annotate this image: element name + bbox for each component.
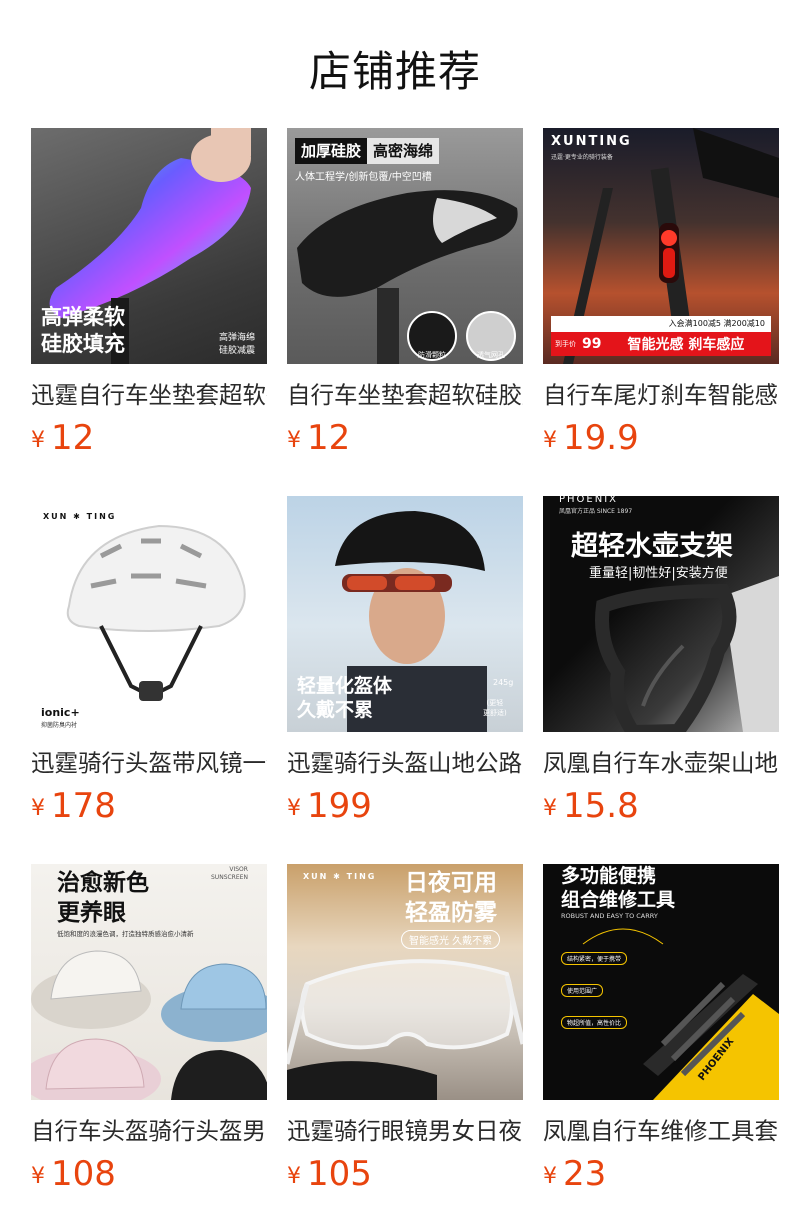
product-image[interactable]: 治愈新色 更养眼 VISOR SUNSCREEN 低饱和度的浪漫色调，打造独特质…	[31, 864, 267, 1100]
currency-symbol: ¥	[287, 796, 301, 821]
page-title: 店铺推荐	[308, 47, 481, 96]
price-value: 108	[51, 1154, 116, 1194]
price-value: 199	[307, 786, 372, 826]
product-price: ¥199	[287, 784, 372, 828]
price-value: 23	[563, 1154, 607, 1194]
price-value: 12	[51, 418, 95, 458]
product-name[interactable]: 自行车尾灯刹车智能感应	[543, 378, 779, 412]
bottle-cage-illustration	[595, 576, 779, 732]
product-image[interactable]: 轻量化盔体 久戴不累 245g (更轻 更舒适)	[287, 496, 523, 732]
product-name[interactable]: 自行车坐垫套超软硅胶加厚	[287, 378, 523, 412]
helmets-illustration	[31, 950, 267, 1100]
multitool-illustration	[582, 928, 779, 1100]
circle-label: 防滑颗粒	[418, 351, 446, 359]
product-price: ¥23	[543, 1152, 606, 1196]
product-price: ¥12	[287, 416, 350, 460]
image-note: (更轻	[486, 699, 504, 707]
price-value: 12	[307, 418, 351, 458]
image-headline: 硅胶填充	[41, 332, 125, 356]
currency-symbol: ¥	[31, 796, 45, 821]
product-card[interactable]: XUN ✱ TING ionic+ 抑菌防臭内衬 迅霆骑行头盔带风镜一体 ¥17…	[31, 496, 267, 836]
currency-symbol: ¥	[287, 1164, 301, 1189]
currency-symbol: ¥	[543, 1164, 557, 1189]
product-price: ¥108	[31, 1152, 116, 1196]
tech-caption: 抑菌防臭内衬	[41, 722, 78, 729]
image-headline: 高弹柔软	[41, 305, 125, 329]
image-caption: 硅胶减震	[219, 346, 256, 356]
product-image[interactable]: XUN ✱ TING ionic+ 抑菌防臭内衬	[31, 496, 267, 732]
circle-label: 透气网孔	[477, 351, 505, 359]
helmet-illustration	[66, 524, 246, 701]
product-card[interactable]: 加厚硅胶 高密海绵 人体工程学/创新包覆/中空凹槽 防滑颗粒 透气网孔 自行车坐…	[287, 128, 523, 468]
product-price: ¥178	[31, 784, 116, 828]
product-name[interactable]: 自行车头盔骑行头盔男女	[31, 1114, 267, 1148]
product-card[interactable]: XUN ✱ TING 日夜可用 轻盈防雾 智能感光 久戴不累 迅霆骑行眼镜男女日…	[287, 864, 523, 1204]
product-image[interactable]: XUNTING 迅霆·更专业的骑行装备 入会满100减5 满200减10 到手价…	[543, 128, 779, 364]
product-name[interactable]: 迅霆自行车坐垫套超软硅胶	[31, 378, 267, 412]
promo-strip: 入会满100减5 满200减10	[551, 316, 771, 332]
product-name[interactable]: 迅霆骑行头盔带风镜一体	[31, 746, 267, 780]
weight-label: 245g	[493, 678, 514, 687]
product-card[interactable]: 治愈新色 更养眼 VISOR SUNSCREEN 低饱和度的浪漫色调，打造独特质…	[31, 864, 267, 1204]
product-name[interactable]: 迅霆骑行头盔山地公路车	[287, 746, 523, 780]
tech-logo: ionic+	[41, 706, 80, 719]
currency-symbol: ¥	[287, 428, 301, 453]
product-price: ¥105	[287, 1152, 372, 1196]
seat-illustration	[297, 190, 518, 364]
product-card[interactable]: XUNTING 迅霆·更专业的骑行装备 入会满100减5 满200减10 到手价…	[543, 128, 779, 468]
currency-symbol: ¥	[543, 796, 557, 821]
image-note: 更舒适)	[483, 709, 507, 717]
product-card[interactable]: PHOENIX 凤凰官方正品 SINCE 1897 超轻水壶支架 重量轻|韧性好…	[543, 496, 779, 836]
badge-price: 99	[582, 336, 602, 352]
image-headline: 轻量化盔体	[297, 675, 393, 697]
product-image[interactable]: PHOENIX 凤凰官方正品 SINCE 1897 超轻水壶支架 重量轻|韧性好…	[543, 496, 779, 732]
product-image[interactable]: XUN ✱ TING 日夜可用 轻盈防雾 智能感光 久戴不累	[287, 864, 523, 1100]
product-image[interactable]: 多功能便携 组合维修工具 ROBUST AND EASY TO CARRY 结构…	[543, 864, 779, 1100]
currency-symbol: ¥	[543, 428, 557, 453]
currency-symbol: ¥	[31, 428, 45, 453]
price-value: 15.8	[563, 786, 639, 826]
price-value: 178	[51, 786, 116, 826]
product-image[interactable]: 高弹柔软 硅胶填充 高弹海绵 硅胶减震	[31, 128, 267, 364]
currency-symbol: ¥	[31, 1164, 45, 1189]
product-name[interactable]: 凤凰自行车水壶架山地车	[543, 746, 779, 780]
product-price: ¥12	[31, 416, 94, 460]
badge-label: 到手价	[555, 340, 576, 348]
product-card[interactable]: 高弹柔软 硅胶填充 高弹海绵 硅胶减震 迅霆自行车坐垫套超软硅胶 ¥12	[31, 128, 267, 468]
image-headline: 久戴不累	[297, 699, 374, 721]
product-card[interactable]: 多功能便携 组合维修工具 ROBUST AND EASY TO CARRY 结构…	[543, 864, 779, 1204]
product-image[interactable]: 加厚硅胶 高密海绵 人体工程学/创新包覆/中空凹槽 防滑颗粒 透气网孔	[287, 128, 523, 364]
product-card[interactable]: 轻量化盔体 久戴不累 245g (更轻 更舒适) 迅霆骑行头盔山地公路车 ¥19…	[287, 496, 523, 836]
price-value: 105	[307, 1154, 372, 1194]
product-price: ¥15.8	[543, 784, 639, 828]
price-value: 19.9	[563, 418, 639, 458]
product-price: ¥19.9	[543, 416, 639, 460]
product-name[interactable]: 迅霆骑行眼镜男女日夜两用	[287, 1114, 523, 1148]
image-banner: 智能光感 刹车感应	[627, 337, 745, 353]
image-caption: 高弹海绵	[219, 333, 256, 343]
product-name[interactable]: 凤凰自行车维修工具套装	[543, 1114, 779, 1148]
glasses-illustration	[287, 959, 523, 1100]
